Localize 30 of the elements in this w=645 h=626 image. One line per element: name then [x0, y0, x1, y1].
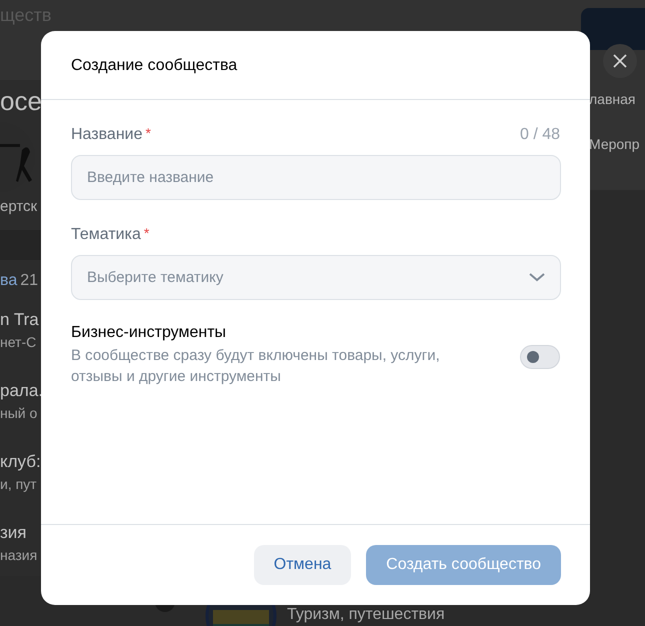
community-category: ный о: [0, 404, 38, 422]
option-title: Бизнес-инструменты: [71, 323, 228, 343]
community-category: и, пут: [0, 475, 38, 493]
dialog-title: Создание сообщества: [71, 56, 238, 76]
community-title[interactable]: n Tra: [0, 310, 41, 330]
menu-item[interactable]: Меропр: [589, 135, 645, 153]
section-title: осе: [0, 86, 41, 116]
header-button[interactable]: [581, 8, 645, 50]
cancel-button[interactable]: Отмена: [254, 545, 352, 585]
topic-select[interactable]: Выберите тематику: [71, 255, 561, 300]
name-input[interactable]: Введите название: [71, 155, 561, 200]
required-mark: *: [146, 125, 151, 141]
menu-item[interactable]: лавная: [589, 90, 645, 108]
close-icon: [613, 54, 627, 68]
tab-label[interactable]: ва: [0, 270, 18, 292]
community-category: Туризм, путешествия: [287, 606, 445, 624]
toggle-switch[interactable]: [520, 345, 560, 369]
field-label: Тематика: [71, 225, 141, 245]
count-label: 21: [20, 271, 38, 291]
community-title[interactable]: зия: [0, 523, 41, 543]
field-label: Название: [71, 125, 142, 145]
option-description: В сообществе сразу будут включены товары, услуги, отзывы и другие инструменты: [71, 346, 441, 387]
char-counter: 0 / 48: [520, 125, 560, 145]
community-category: назия: [0, 546, 38, 564]
community-title[interactable]: клуб:: [0, 452, 41, 472]
chevron-down-icon: [529, 273, 545, 282]
community-name[interactable]: ертск: [0, 198, 41, 216]
required-mark: *: [144, 225, 150, 241]
community-category: нет-С: [0, 333, 38, 351]
community-title[interactable]: рала.: [0, 381, 41, 401]
